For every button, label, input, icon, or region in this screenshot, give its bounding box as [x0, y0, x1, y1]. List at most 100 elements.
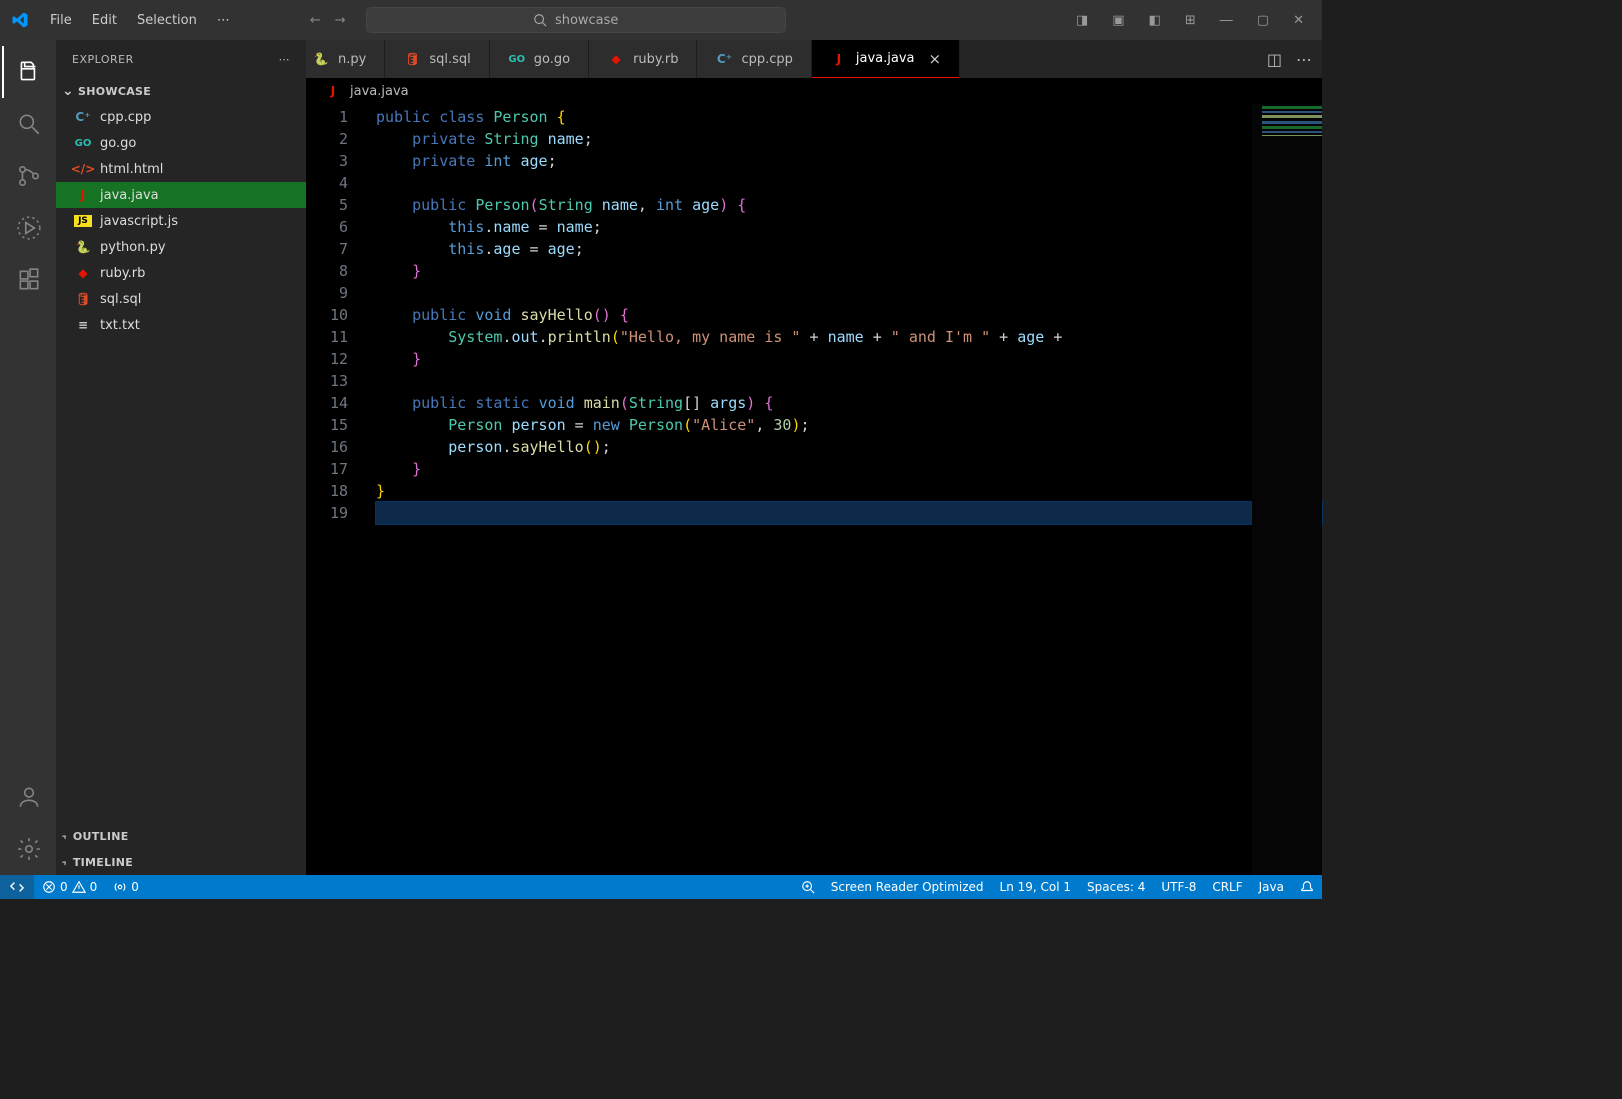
file-row-python.py[interactable]: 🐍python.py [56, 234, 306, 260]
code-line[interactable]: } [376, 260, 1322, 282]
line-number: 2 [306, 128, 348, 150]
tab-ruby.rb[interactable]: ◆ruby.rb [589, 40, 697, 78]
file-row-cpp.cpp[interactable]: C⁺cpp.cpp [56, 104, 306, 130]
status-zoom[interactable] [793, 875, 823, 899]
tab-go.go[interactable]: GOgo.go [490, 40, 589, 78]
code-line[interactable]: private int age; [376, 150, 1322, 172]
code-line[interactable]: public class Person { [376, 106, 1322, 128]
code-line[interactable]: System.out.println("Hello, my name is " … [376, 326, 1322, 348]
minimap[interactable] [1252, 104, 1322, 875]
sql-file-icon: 🛢 [403, 52, 421, 66]
more-actions-icon[interactable]: ⋯ [1296, 50, 1312, 69]
remote-button[interactable] [0, 875, 34, 899]
py-file-icon: 🐍 [74, 240, 92, 254]
file-row-ruby.rb[interactable]: ◆ruby.rb [56, 260, 306, 286]
menu-edit[interactable]: Edit [82, 9, 127, 32]
status-ports[interactable]: 0 [105, 875, 147, 899]
file-row-java.java[interactable]: Jjava.java [56, 182, 306, 208]
tab-label: java.java [856, 51, 915, 66]
folder-name: SHOWCASE [78, 85, 151, 98]
error-icon [42, 880, 56, 894]
activity-settings[interactable] [2, 823, 54, 875]
toggle-secondary-sidebar-icon[interactable]: ◧ [1143, 9, 1167, 32]
toggle-panel-icon[interactable]: ▣ [1106, 9, 1130, 32]
code-content[interactable]: public class Person { private String nam… [366, 104, 1322, 875]
tab-label: go.go [534, 52, 570, 67]
search-icon [533, 13, 547, 27]
tab-java.java[interactable]: Jjava.java × [812, 40, 960, 78]
split-editor-icon[interactable]: ◫ [1267, 50, 1282, 69]
tab-actions: ◫⋯ [1257, 40, 1322, 78]
explorer-more-icon[interactable]: ⋯ [279, 53, 291, 66]
code-line[interactable] [376, 370, 1322, 392]
file-row-go.go[interactable]: GOgo.go [56, 130, 306, 156]
window-maximize-icon[interactable]: ▢ [1251, 9, 1275, 32]
status-encoding[interactable]: UTF-8 [1153, 875, 1204, 899]
nav-back-icon[interactable]: ← [310, 13, 321, 28]
activity-search[interactable] [2, 98, 54, 150]
menu-file[interactable]: File [40, 9, 82, 32]
status-screen-reader[interactable]: Screen Reader Optimized [823, 875, 992, 899]
tab-n.py[interactable]: 🐍n.py [306, 40, 385, 78]
code-line[interactable]: Person person = new Person("Alice", 30); [376, 414, 1322, 436]
status-spaces[interactable]: Spaces: 4 [1079, 875, 1153, 899]
code-line[interactable]: } [376, 480, 1322, 502]
window-minimize-icon[interactable]: ― [1214, 9, 1239, 32]
activity-debug[interactable] [2, 202, 54, 254]
editor-body[interactable]: 12345678910111213141516171819 public cla… [306, 104, 1322, 875]
code-line[interactable]: public Person(String name, int age) { [376, 194, 1322, 216]
activity-source-control[interactable] [2, 150, 54, 202]
chevron-right-icon: › [58, 830, 71, 843]
file-label: ruby.rb [100, 266, 145, 281]
code-line[interactable]: private String name; [376, 128, 1322, 150]
file-row-html.html[interactable]: </>html.html [56, 156, 306, 182]
code-line[interactable]: public static void main(String[] args) { [376, 392, 1322, 414]
code-line[interactable]: this.age = age; [376, 238, 1322, 260]
line-number: 6 [306, 216, 348, 238]
line-number: 16 [306, 436, 348, 458]
java-file-icon: J [324, 84, 342, 98]
tab-sql.sql[interactable]: 🛢 sql.sql [385, 40, 489, 78]
code-line[interactable] [376, 502, 1322, 524]
activity-explorer[interactable] [2, 46, 54, 98]
code-line[interactable]: } [376, 458, 1322, 480]
code-line[interactable]: this.name = name; [376, 216, 1322, 238]
menu-more[interactable]: ⋯ [207, 9, 240, 32]
menu-selection[interactable]: Selection [127, 9, 207, 32]
file-label: go.go [100, 136, 136, 151]
status-language[interactable]: Java [1251, 875, 1292, 899]
explorer-folder-header[interactable]: ⌄ SHOWCASE [56, 78, 306, 104]
j-file-icon: J [830, 52, 848, 66]
html-file-icon: </> [74, 162, 92, 176]
file-row-sql.sql[interactable]: 🛢sql.sql [56, 286, 306, 312]
tab-cpp.cpp[interactable]: C⁺cpp.cpp [697, 40, 811, 78]
file-row-javascript.js[interactable]: JSjavascript.js [56, 208, 306, 234]
file-row-txt.txt[interactable]: ≡txt.txt [56, 312, 306, 338]
close-icon[interactable]: × [929, 50, 942, 68]
code-line[interactable] [376, 282, 1322, 304]
outline-section[interactable]: ›OUTLINE [56, 823, 306, 849]
status-notifications[interactable] [1292, 875, 1322, 899]
command-center[interactable]: showcase [366, 7, 786, 33]
code-line[interactable]: person.sayHello(); [376, 436, 1322, 458]
editor-group: 🐍n.py🛢sql.sqlGOgo.go◆ruby.rbC⁺cpp.cppJja… [306, 40, 1322, 875]
code-line[interactable] [376, 172, 1322, 194]
timeline-section[interactable]: ›TIMELINE [56, 849, 306, 875]
line-number: 15 [306, 414, 348, 436]
status-eol[interactable]: CRLF [1204, 875, 1250, 899]
activity-extensions[interactable] [2, 254, 54, 306]
line-number: 18 [306, 480, 348, 502]
nav-forward-icon[interactable]: → [335, 13, 346, 28]
breadcrumb[interactable]: J java.java [306, 78, 1322, 104]
toggle-primary-sidebar-icon[interactable]: ◨ [1070, 9, 1094, 32]
customize-layout-icon[interactable]: ⊞ [1179, 9, 1202, 32]
line-number: 10 [306, 304, 348, 326]
line-number: 5 [306, 194, 348, 216]
window-close-icon[interactable]: ✕ [1287, 9, 1310, 32]
activity-account[interactable] [2, 771, 54, 823]
status-cursor[interactable]: Ln 19, Col 1 [992, 875, 1080, 899]
code-line[interactable]: public void sayHello() { [376, 304, 1322, 326]
status-problems[interactable]: 0 0 [34, 875, 105, 899]
code-line[interactable]: } [376, 348, 1322, 370]
tab-label: sql.sql [429, 52, 470, 67]
